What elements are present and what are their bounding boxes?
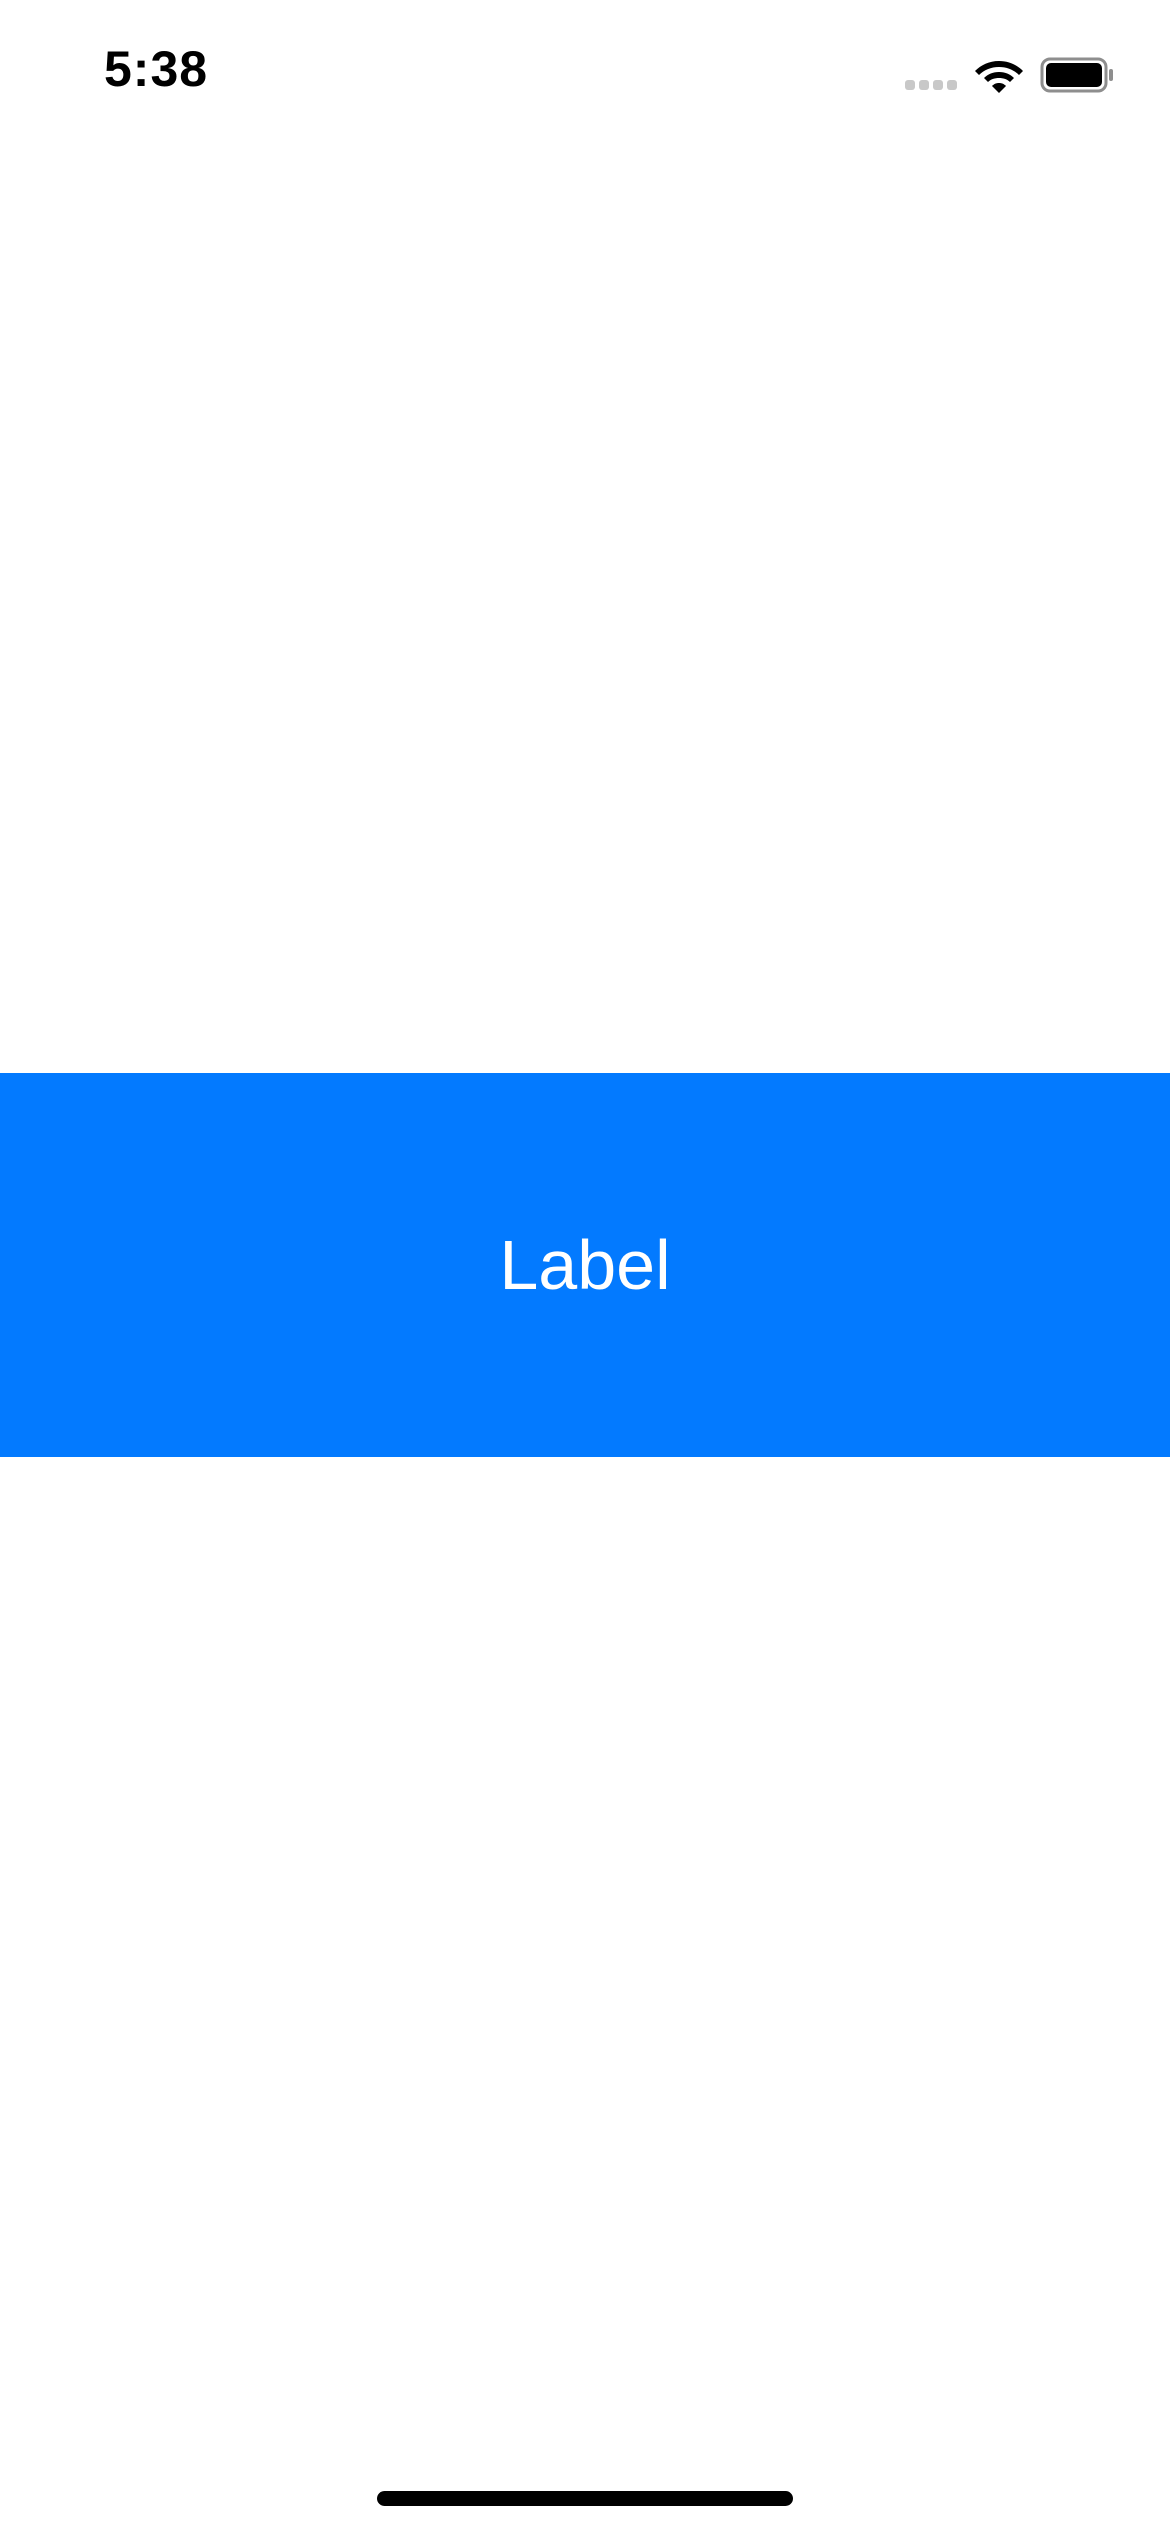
cellular-signal-icon xyxy=(905,80,959,94)
wifi-icon xyxy=(975,61,1023,93)
status-bar: 5:38 xyxy=(0,0,1170,150)
main-label: Label xyxy=(499,1226,671,1304)
app-screen: 5:38 Label xyxy=(0,0,1170,2532)
home-indicator[interactable] xyxy=(377,2491,793,2506)
battery-icon xyxy=(1040,57,1113,93)
label-band: Label xyxy=(0,1073,1170,1457)
status-time: 5:38 xyxy=(104,41,209,97)
